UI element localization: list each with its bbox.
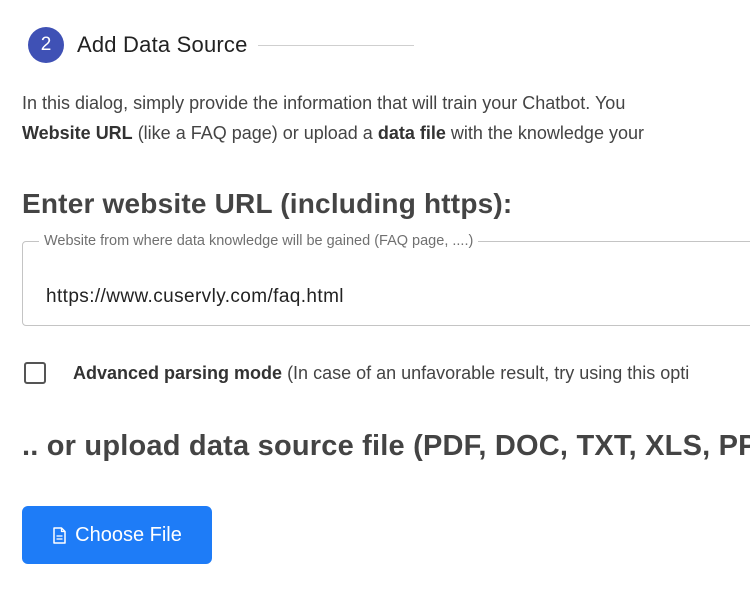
- website-url-field-label: Website from where data knowledge will b…: [44, 233, 474, 249]
- step-title: Add Data Source: [77, 32, 248, 57]
- intro-line-2-text-1: (like a FAQ page) or upload a: [132, 123, 378, 143]
- step-header: 2 Add Data Source: [28, 27, 414, 63]
- upload-section-heading: .. or upload data source file (PDF, DOC,…: [22, 430, 750, 462]
- advanced-parsing-row: Advanced parsing mode (In case of an unf…: [24, 362, 689, 384]
- intro-line-2: Website URL (like a FAQ page) or upload …: [22, 118, 644, 148]
- add-data-source-page: 2 Add Data Source In this dialog, simply…: [0, 0, 750, 600]
- file-icon: [53, 526, 66, 544]
- url-section-heading: Enter website URL (including https):: [22, 188, 513, 219]
- intro-website-url-bold: Website URL: [22, 123, 133, 143]
- choose-file-button-label: Choose File: [75, 523, 182, 546]
- step-number-badge: 2: [28, 27, 64, 63]
- intro-data-file-bold: data file: [377, 123, 446, 143]
- intro-line-2-text-2: with the knowledge your: [445, 123, 644, 143]
- intro-text: In this dialog, simply provide the infor…: [22, 88, 644, 148]
- advanced-parsing-label: Advanced parsing mode (In case of an unf…: [73, 363, 689, 384]
- advanced-parsing-label-bold: Advanced parsing mode: [73, 362, 283, 383]
- advanced-parsing-checkbox[interactable]: [24, 362, 46, 384]
- intro-line-1: In this dialog, simply provide the infor…: [22, 93, 626, 113]
- step-divider: [257, 44, 414, 46]
- choose-file-button[interactable]: Choose File: [22, 506, 212, 564]
- advanced-parsing-label-text: (In case of an unfavorable result, try u…: [282, 362, 690, 383]
- website-url-input[interactable]: [46, 286, 646, 308]
- website-url-field[interactable]: Website from where data knowledge will b…: [22, 232, 750, 326]
